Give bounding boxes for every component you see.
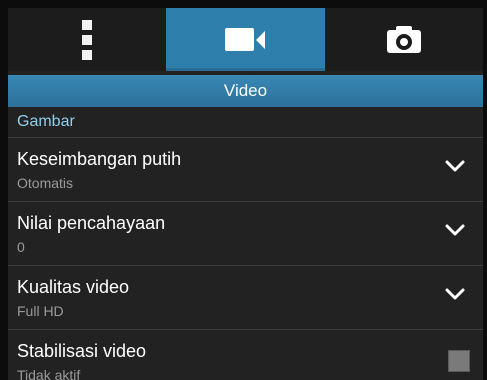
setting-label: Kualitas video — [17, 277, 130, 297]
setting-label: Keseimbangan putih — [17, 149, 182, 169]
tab-video[interactable] — [166, 8, 325, 71]
setting-exposure-value[interactable]: Nilai pencahayaan 0 — [8, 202, 483, 266]
section-header-gambar: Gambar — [8, 107, 483, 138]
mode-tab-bar — [8, 8, 483, 71]
more-vertical-icon — [82, 19, 93, 60]
tab-camera[interactable] — [325, 8, 483, 71]
setting-label: Stabilisasi video — [17, 341, 147, 361]
setting-label: Nilai pencahayaan — [17, 213, 166, 233]
video-camera-icon — [225, 28, 266, 51]
stabilization-checkbox[interactable] — [448, 350, 470, 372]
setting-white-balance[interactable]: Keseimbangan putih Otomatis — [8, 138, 483, 202]
setting-video-quality[interactable]: Kualitas video Full HD — [8, 266, 483, 330]
camera-settings-panel: Video Gambar Keseimbangan putih Otomatis… — [8, 8, 483, 380]
setting-value: Full HD — [17, 303, 64, 319]
setting-value: Tidak aktif — [17, 367, 81, 380]
page-title: Video — [8, 75, 483, 107]
setting-value: Otomatis — [17, 175, 74, 191]
setting-video-stabilization[interactable]: Stabilisasi video Tidak aktif — [8, 330, 483, 380]
camera-icon — [386, 26, 421, 53]
chevron-down-icon[interactable] — [445, 220, 465, 240]
chevron-down-icon[interactable] — [445, 284, 465, 304]
setting-value: 0 — [17, 239, 25, 255]
tab-more-settings[interactable] — [8, 8, 166, 71]
chevron-down-icon[interactable] — [445, 156, 465, 176]
